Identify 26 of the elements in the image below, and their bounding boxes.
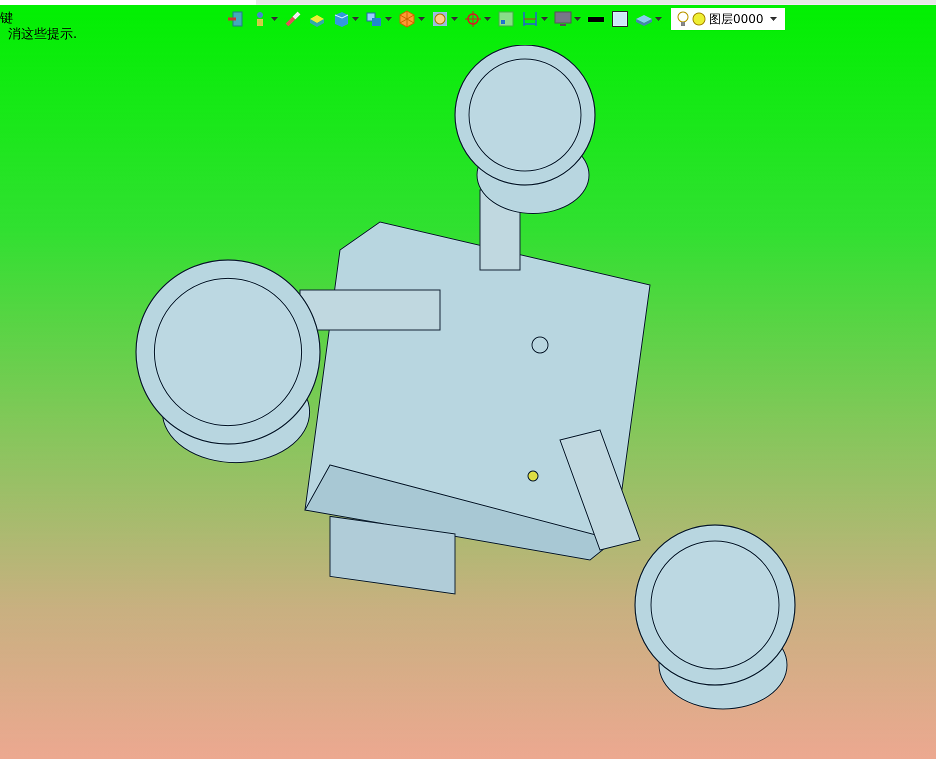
caret-icon (484, 17, 491, 21)
polygon-icon (398, 10, 416, 28)
pen-icon (284, 10, 302, 28)
hint-text: 键 (0, 11, 14, 27)
caret-icon (770, 17, 777, 21)
hint-text: 消这些提示. (7, 27, 78, 43)
caret-icon (574, 17, 581, 21)
caret-icon (418, 17, 425, 21)
caret-icon (541, 17, 548, 21)
tool-button[interactable] (610, 8, 630, 30)
caret-icon (655, 17, 662, 21)
caret-icon (451, 17, 458, 21)
exit-icon (227, 10, 245, 28)
square-icon (611, 10, 629, 28)
caret-icon (385, 17, 392, 21)
caret-icon (352, 17, 359, 21)
cube-icon (332, 10, 350, 28)
bulb-icon (677, 11, 689, 27)
zoom-icon (431, 10, 449, 28)
dropdown-tool-button[interactable] (397, 8, 426, 30)
caret-icon (271, 17, 278, 21)
layer-select[interactable]: 图层0000 (671, 8, 785, 30)
circle-icon (692, 12, 706, 26)
target-icon (464, 10, 482, 28)
monitor-icon (554, 10, 572, 28)
dropdown-tool-button[interactable] (463, 8, 492, 30)
